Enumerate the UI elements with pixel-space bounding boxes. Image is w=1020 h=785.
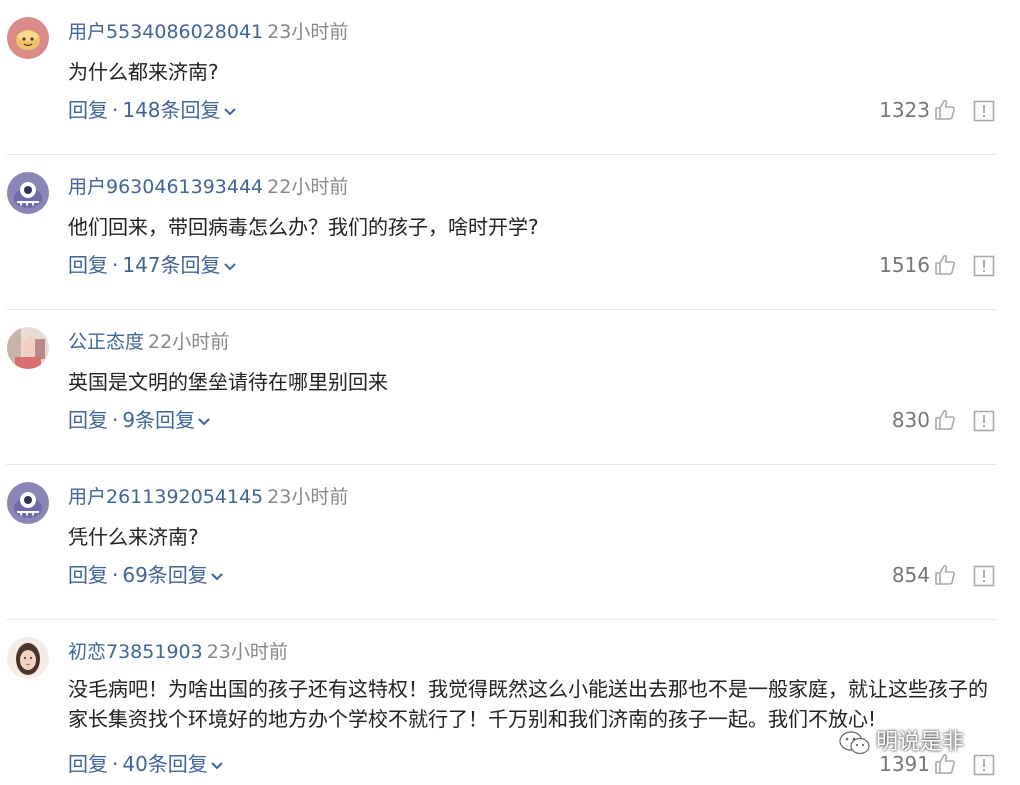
username[interactable]: 用户2611392054145: [68, 486, 263, 508]
photo-avatar-icon: [7, 327, 49, 369]
watermark-text: 明说是非: [876, 730, 965, 755]
comment-actions: 回复 · 40条回复: [68, 751, 224, 777]
separator: ·: [112, 253, 119, 277]
view-replies-button[interactable]: 147条回复: [122, 253, 236, 277]
avatar[interactable]: [7, 172, 49, 214]
reply-count: 40条回复: [122, 752, 208, 776]
avatar[interactable]: [7, 637, 49, 679]
comment-item: 用户5534086028041 23小时前 为什么都来济南? 回复 · 148条回复 …: [0, 0, 1020, 155]
timestamp: 23小时前: [206, 641, 288, 663]
like-count: 1516: [879, 253, 930, 277]
comment-text: 为什么都来济南?: [68, 60, 219, 84]
comment-meta: 用户2611392054145 23小时前: [68, 484, 348, 510]
view-replies-button[interactable]: 69条回复: [122, 563, 223, 587]
username[interactable]: 用户9630461393444: [68, 176, 263, 198]
thumbs-up-icon[interactable]: [933, 563, 957, 587]
view-replies-button[interactable]: 148条回复: [122, 98, 236, 122]
comment-text: 他们回来，带回病毒怎么办？我们的孩子，啥时开学?: [68, 215, 539, 239]
thumbs-up-icon[interactable]: [933, 408, 957, 432]
chevron-down-icon: [223, 107, 236, 115]
reply-button[interactable]: 回复: [68, 563, 108, 587]
cookie-avatar-icon: [7, 17, 49, 59]
watermark: 明说是非: [838, 724, 964, 757]
report-icon[interactable]: [973, 100, 995, 122]
like-count: 1323: [879, 98, 930, 122]
reply-button[interactable]: 回复: [68, 408, 108, 432]
reply-count: 148条回复: [122, 98, 221, 122]
comment-item: 公正态度 22小时前 英国是文明的堡垒请待在哪里别回来 回复 · 9条回复 830: [0, 310, 1020, 465]
reply-button[interactable]: 回复: [68, 752, 108, 776]
view-replies-button[interactable]: 40条回复: [122, 752, 223, 776]
separator: ·: [112, 752, 119, 776]
reply-count: 69条回复: [122, 563, 208, 587]
comment-text: 英国是文明的堡垒请待在哪里别回来: [68, 370, 388, 394]
avatar[interactable]: [7, 482, 49, 524]
comment-meta: 初恋73851903 23小时前: [68, 639, 288, 665]
chevron-down-icon: [211, 572, 223, 580]
like-count: 830: [891, 408, 930, 432]
separator: ·: [112, 408, 119, 432]
report-icon[interactable]: [973, 410, 995, 432]
report-icon[interactable]: [973, 754, 995, 776]
comment-item: 用户9630461393444 22小时前 他们回来，带回病毒怎么办？我们的孩子，…: [0, 155, 1020, 310]
thumbs-up-icon[interactable]: [933, 253, 957, 277]
chevron-down-icon: [223, 262, 236, 270]
comment-actions: 回复 · 147条回复: [68, 252, 237, 278]
reply-count: 147条回复: [122, 253, 221, 277]
separator: ·: [112, 98, 119, 122]
report-icon[interactable]: [973, 255, 995, 277]
comment-item: 用户2611392054145 23小时前 凭什么来济南? 回复 · 69条回复 85…: [0, 465, 1020, 620]
comment-text: 凭什么来济南?: [68, 525, 199, 549]
chevron-down-icon: [211, 761, 223, 769]
comment-meta: 用户9630461393444 22小时前: [68, 174, 348, 200]
timestamp: 22小时前: [148, 331, 230, 353]
username[interactable]: 初恋73851903: [68, 641, 203, 663]
timestamp: 23小时前: [267, 21, 349, 43]
username[interactable]: 公正态度: [68, 331, 144, 353]
comment-actions: 回复 · 148条回复: [68, 97, 237, 123]
timestamp: 23小时前: [267, 486, 349, 508]
thumbs-up-icon[interactable]: [933, 98, 957, 122]
comment-actions: 回复 · 69条回复: [68, 562, 224, 588]
avatar[interactable]: [7, 17, 49, 59]
monster-avatar-icon: [7, 482, 49, 524]
report-icon[interactable]: [973, 565, 995, 587]
view-replies-button[interactable]: 9条回复: [122, 408, 211, 432]
like-count: 854: [891, 563, 930, 587]
username[interactable]: 用户5534086028041: [68, 21, 263, 43]
comment-actions: 回复 · 9条回复: [68, 407, 211, 433]
wechat-icon: [839, 731, 870, 755]
chevron-down-icon: [198, 417, 210, 425]
reply-count: 9条回复: [122, 408, 196, 432]
avatar[interactable]: [7, 327, 49, 369]
separator: ·: [112, 563, 119, 587]
timestamp: 22小时前: [267, 176, 349, 198]
comment-meta: 用户5534086028041 23小时前: [68, 19, 348, 45]
comment-meta: 公正态度 22小时前: [68, 329, 229, 355]
girl-photo-avatar-icon: [7, 637, 49, 679]
monster-avatar-icon: [7, 172, 49, 214]
reply-button[interactable]: 回复: [68, 98, 108, 122]
comment-item: 初恋73851903 23小时前 没毛病吧！为啥出国的孩子还有这特权！我觉得既然这…: [0, 620, 1020, 785]
reply-button[interactable]: 回复: [68, 253, 108, 277]
